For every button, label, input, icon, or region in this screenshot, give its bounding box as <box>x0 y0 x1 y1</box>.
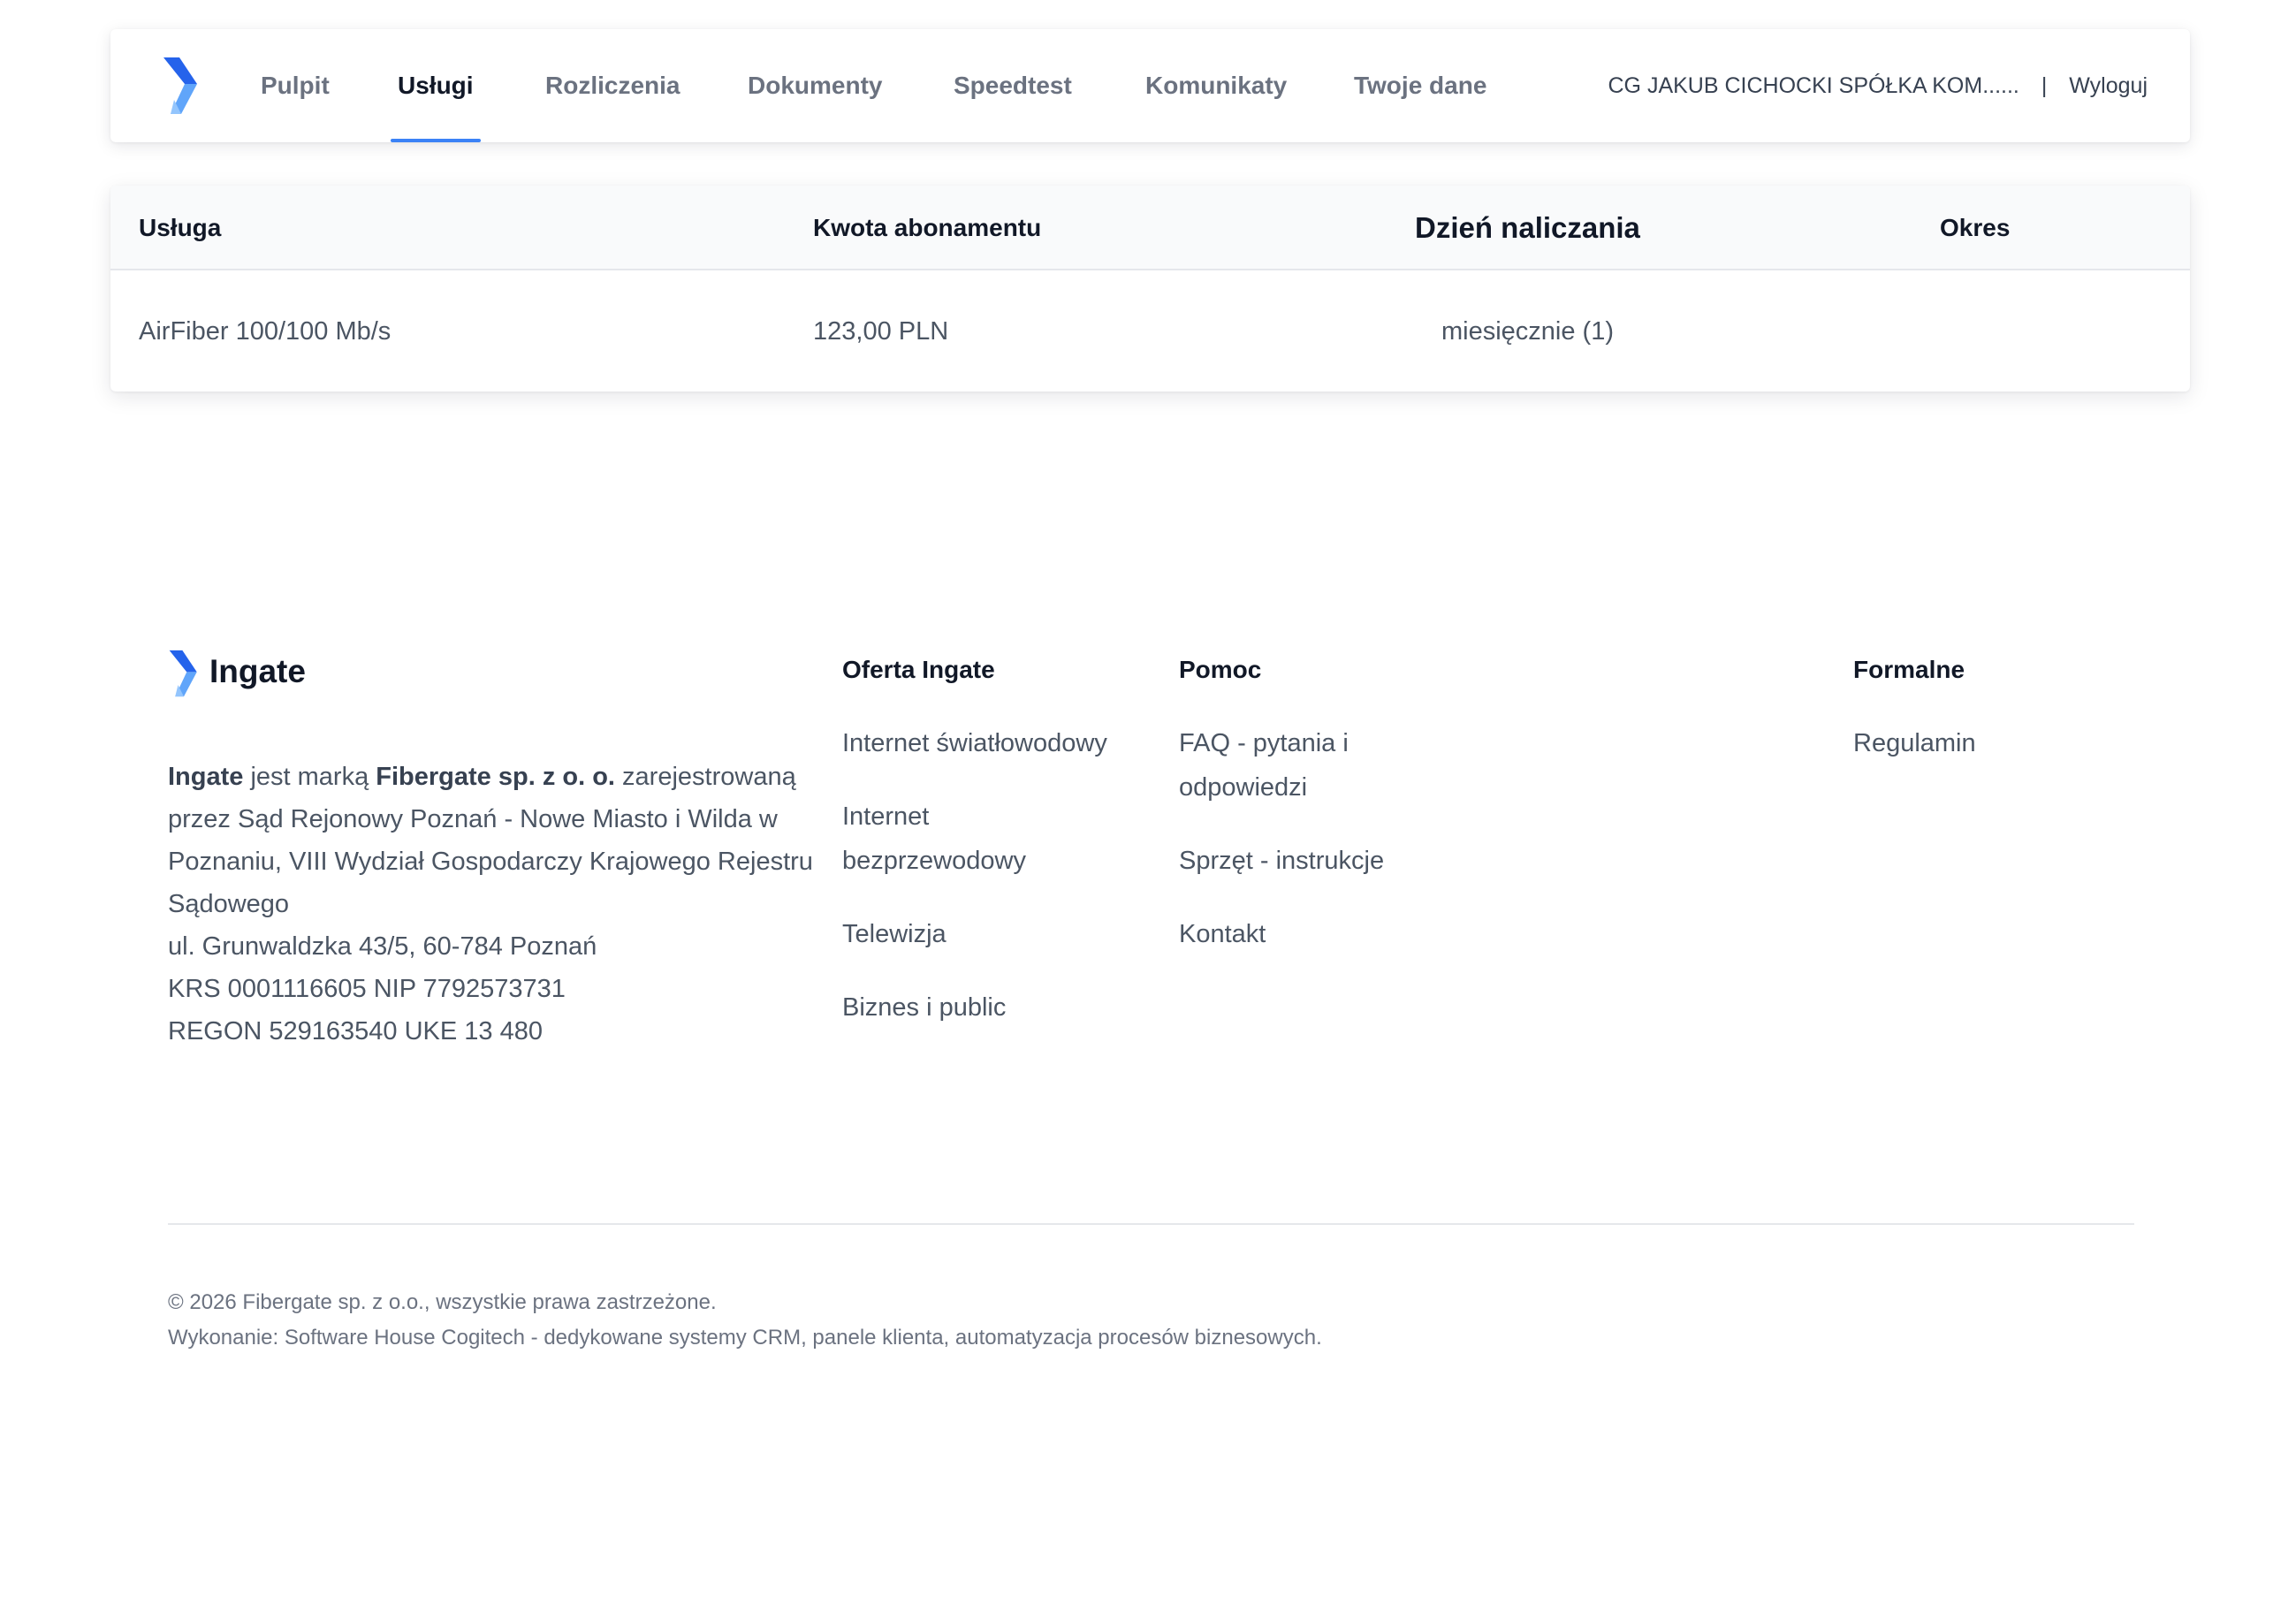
company-bold: Fibergate sp. z o. o. <box>376 763 615 791</box>
company-description: Ingate jest marką Fibergate sp. z o. o. … <box>168 763 813 918</box>
tab-dokumenty[interactable]: Dokumenty <box>748 29 882 142</box>
top-navigation: Pulpit Usługi Rozliczenia Dokumenty Spee… <box>110 29 2190 142</box>
ingate-logo-icon[interactable] <box>162 56 201 116</box>
cell-amount: 123,00 PLN <box>813 317 949 346</box>
account-name: CG JAKUB CICHOCKI SPÓŁKA KOM...... <box>1608 73 2019 98</box>
footer-link-regulamin[interactable]: Regulamin <box>1853 721 2118 765</box>
tab-rozliczenia[interactable]: Rozliczenia <box>545 29 680 142</box>
company-regon-uke: REGON 529163540 UKE 13 480 <box>168 1017 543 1046</box>
tab-uslugi[interactable]: Usługi <box>391 29 481 142</box>
footer-column-formal: Formalne Regulamin <box>1853 650 2118 795</box>
footer-column-help: Pomoc FAQ - pytania i odpowiedzi Sprzęt … <box>1179 650 1444 985</box>
footer-link-kontakt[interactable]: Kontakt <box>1179 912 1444 956</box>
tab-pulpit[interactable]: Pulpit <box>261 29 330 142</box>
cell-billing-day: miesięcznie (1) <box>1441 317 1614 346</box>
footer-link-internet-bezprzewodowy[interactable]: Internet bezprzewodowy <box>842 795 1045 883</box>
tab-speedtest[interactable]: Speedtest <box>954 29 1072 142</box>
ingate-logo-icon <box>169 650 197 697</box>
copyright-text: © 2026 Fibergate sp. z o.o., wszystkie p… <box>168 1290 717 1314</box>
footer-column-title: Pomoc <box>1179 656 1262 683</box>
tab-twoje-dane[interactable]: Twoje dane <box>1354 29 1486 142</box>
footer-divider <box>168 1223 2134 1225</box>
column-header-period: Okres <box>1940 214 2011 241</box>
footer-link-telewizja[interactable]: Telewizja <box>842 912 1143 956</box>
cell-service: AirFiber 100/100 Mb/s <box>139 317 392 346</box>
credits-text: Wykonanie: Software House Cogitech - ded… <box>168 1326 1322 1350</box>
footer-link-internet-swiatlowodowy[interactable]: Internet światłowodowy <box>842 721 1143 765</box>
brand-bold: Ingate <box>168 763 244 791</box>
services-table: Usługa Kwota abonamentu Dzień naliczania… <box>110 186 2190 392</box>
footer-copyright: © 2026 Fibergate sp. z o.o., wszystkie p… <box>168 1285 1322 1356</box>
column-header-amount: Kwota abonamentu <box>813 214 1042 241</box>
footer-link-faq[interactable]: FAQ - pytania i odpowiedzi <box>1179 721 1391 810</box>
brand-name: Ingate <box>209 653 306 689</box>
tab-komunikaty[interactable]: Komunikaty <box>1145 29 1287 142</box>
column-header-billing-day: Dzień naliczania <box>1415 211 1640 244</box>
footer-link-sprzet-instrukcje[interactable]: Sprzęt - instrukcje <box>1179 839 1444 883</box>
footer-column-title: Formalne <box>1853 656 1965 683</box>
company-info: Ingate jest marką Fibergate sp. z o. o. … <box>168 756 822 1053</box>
footer-column-title: Oferta Ingate <box>842 656 995 683</box>
user-area: CG JAKUB CICHOCKI SPÓŁKA KOM...... | Wyl… <box>1608 29 2148 142</box>
separator: | <box>2041 73 2048 98</box>
footer-column-offer: Oferta Ingate Internet światłowodowy Int… <box>842 650 1143 1059</box>
company-address: ul. Grunwaldzka 43/5, 60-784 Poznań <box>168 932 597 961</box>
table-header: Usługa Kwota abonamentu Dzień naliczania… <box>110 186 2190 270</box>
footer-link-biznes-public[interactable]: Biznes i public <box>842 985 1143 1030</box>
company-krs-nip: KRS 0001116605 NIP 7792573731 <box>168 975 566 1003</box>
logout-link[interactable]: Wyloguj <box>2069 73 2148 98</box>
column-header-service: Usługa <box>139 214 222 241</box>
